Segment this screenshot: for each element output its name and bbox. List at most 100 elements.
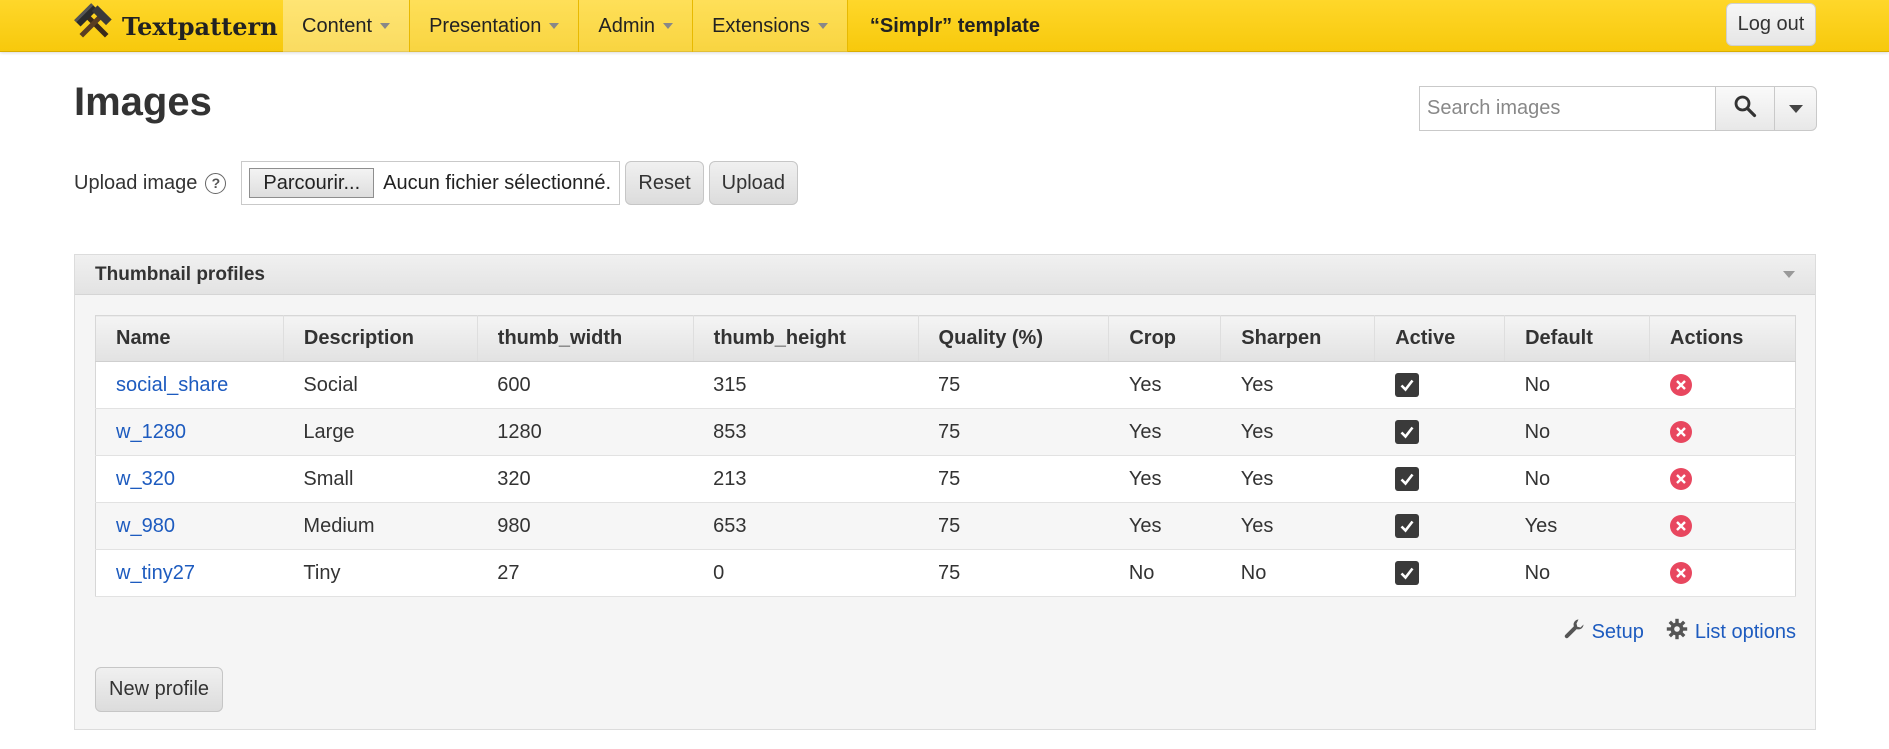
cell-default: Yes [1504,502,1650,550]
cell-thumb-height: 213 [693,455,919,503]
delete-icon[interactable] [1669,515,1692,538]
delete-icon[interactable] [1669,468,1692,491]
cell-default: No [1504,455,1650,503]
cell-sharpen: Yes [1220,455,1375,503]
cell-quality: 75 [918,455,1109,503]
nav-extensions-label: Extensions [712,14,810,37]
cell-default: No [1504,408,1650,456]
nav-extensions[interactable]: Extensions [693,0,848,52]
reset-button[interactable]: Reset [625,161,704,205]
profile-name-link[interactable]: w_1280 [116,421,186,443]
logout-button[interactable]: Log out [1726,3,1816,46]
table-row: w_980 Medium 980 653 75 Yes Yes Yes [95,502,1796,550]
panel-header[interactable]: Thumbnail profiles [75,255,1815,295]
main-nav: Content Presentation Admin Extensions “S… [283,0,1062,52]
cell-sharpen: Yes [1220,502,1375,550]
profile-name-link[interactable]: w_tiny27 [116,562,195,584]
checkbox-checked-icon[interactable] [1394,420,1419,444]
cell-quality: 75 [918,502,1109,550]
brand[interactable]: Textpattern [74,0,278,52]
cell-crop: Yes [1108,455,1221,503]
search-input[interactable] [1419,86,1715,131]
cell-crop: Yes [1108,408,1221,456]
setup-link[interactable]: Setup [1563,618,1644,646]
cell-description: Tiny [283,549,478,597]
setup-label: Setup [1591,620,1644,643]
cell-quality: 75 [918,549,1109,597]
browse-button[interactable]: Parcourir... [249,168,375,198]
column-header-crop[interactable]: Crop [1108,315,1222,362]
delete-icon[interactable] [1669,421,1692,444]
column-header-default[interactable]: Default [1504,315,1651,362]
cell-sharpen: No [1220,549,1375,597]
cell-thumb-width: 320 [477,455,694,503]
cell-crop: Yes [1108,502,1221,550]
nav-presentation-label: Presentation [429,14,542,37]
checkbox-checked-icon[interactable] [1394,467,1419,491]
cell-description: Large [283,408,478,456]
search-button[interactable] [1715,86,1775,131]
cell-thumb-width: 1280 [477,408,694,456]
nav-content[interactable]: Content [283,0,411,52]
cell-quality: 75 [918,408,1109,456]
column-header-thumb-height[interactable]: thumb_height [693,315,919,362]
checkbox-checked-icon[interactable] [1394,373,1419,397]
cell-thumb-width: 980 [477,502,694,550]
checkbox-checked-icon[interactable] [1394,561,1419,585]
table-header-row: Name Description thumb_width thumb_heigh… [95,315,1796,362]
site-name-link[interactable]: “Simplr” template [848,0,1062,52]
cell-thumb-width: 27 [477,549,694,597]
upload-button[interactable]: Upload [708,161,799,205]
table-row: social_share Social 600 315 75 Yes Yes N… [95,361,1796,409]
search-icon [1733,94,1757,124]
delete-icon[interactable] [1669,562,1692,585]
profile-name-link[interactable]: w_980 [116,515,175,537]
new-profile-button[interactable]: New profile [95,667,224,712]
column-header-sharpen[interactable]: Sharpen [1220,315,1376,362]
nav-admin-label: Admin [598,14,656,37]
column-header-active[interactable]: Active [1374,315,1506,362]
cell-thumb-width: 600 [477,361,694,409]
upload-row: Upload image ? Parcourir... Aucun fichie… [74,161,799,205]
list-options-label: List options [1694,620,1796,643]
cell-default: No [1504,549,1650,597]
cell-quality: 75 [918,361,1109,409]
cell-crop: No [1108,549,1221,597]
cell-description: Medium [283,502,478,550]
cell-thumb-height: 853 [693,408,919,456]
chevron-down-icon [1788,104,1803,113]
cell-thumb-height: 653 [693,502,919,550]
cell-description: Small [283,455,478,503]
page-title: Images [74,80,212,124]
nav-presentation[interactable]: Presentation [410,0,580,52]
chevron-down-icon [380,23,391,29]
profile-name-link[interactable]: w_320 [116,468,175,490]
cell-sharpen: Yes [1220,361,1375,409]
chevron-down-icon [1783,271,1795,278]
hammer-icon [74,3,114,49]
search-options-dropdown[interactable] [1775,86,1817,131]
checkbox-checked-icon[interactable] [1394,514,1419,538]
delete-icon[interactable] [1669,374,1692,397]
list-options-link[interactable]: List options [1666,618,1796,646]
nav-admin[interactable]: Admin [579,0,694,52]
help-icon[interactable]: ? [205,172,227,194]
column-header-quality[interactable]: Quality (%) [918,315,1110,362]
thumbnail-profiles-panel: Thumbnail profiles Name Description thum… [74,254,1816,730]
chevron-down-icon [663,23,674,29]
cell-crop: Yes [1108,361,1221,409]
table-row: w_320 Small 320 213 75 Yes Yes No [95,455,1796,503]
wrench-icon [1563,618,1585,646]
file-status: Aucun fichier sélectionné. [383,171,612,194]
table-row: w_1280 Large 1280 853 75 Yes Yes No [95,408,1796,456]
column-header-thumb-width[interactable]: thumb_width [477,315,694,362]
chevron-down-icon [817,23,828,29]
chevron-down-icon [549,23,560,29]
column-header-name[interactable]: Name [95,315,284,362]
gear-icon [1666,618,1688,646]
table-row: w_tiny27 Tiny 27 0 75 No No No [95,549,1796,597]
profile-name-link[interactable]: social_share [116,374,228,396]
column-header-description[interactable]: Description [283,315,478,362]
file-input[interactable]: Parcourir... Aucun fichier sélectionné. [241,161,621,205]
profiles-table: Name Description thumb_width thumb_heigh… [95,315,1796,597]
